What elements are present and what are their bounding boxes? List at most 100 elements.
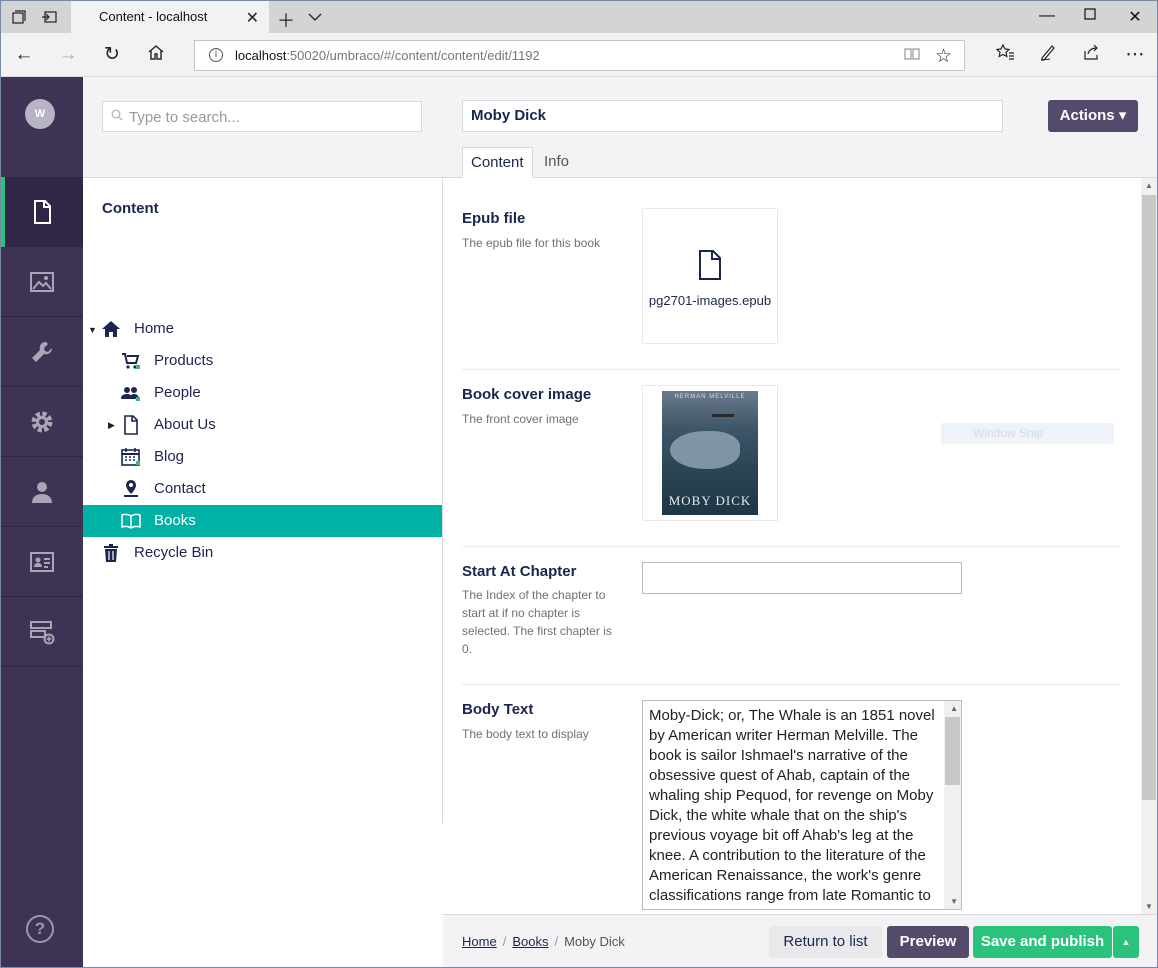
start-chapter-input[interactable] xyxy=(642,562,962,594)
section-users[interactable] xyxy=(1,457,83,527)
breadcrumb: Home / Books / Moby Dick xyxy=(462,934,625,949)
home-icon[interactable] xyxy=(144,43,168,67)
refresh-icon[interactable]: ↻ xyxy=(100,43,124,67)
tree-node-about-us[interactable]: ▶ About Us xyxy=(83,409,442,441)
search-input[interactable] xyxy=(129,106,414,128)
whale-shape xyxy=(670,431,740,469)
editor-footer: Home / Books / Moby Dick Return to list Prev… xyxy=(443,914,1157,967)
maximize-icon[interactable] xyxy=(1080,7,1100,27)
scroll-up-icon[interactable]: ▲ xyxy=(950,704,958,713)
user-avatar[interactable]: W xyxy=(25,99,55,129)
tree-title: Content xyxy=(102,200,159,217)
gear-icon xyxy=(31,411,53,432)
set-aside-tabs-icon[interactable] xyxy=(41,9,57,25)
epub-file-preview[interactable]: pg2701-images.epub xyxy=(642,208,778,344)
tree-node-recycle-bin[interactable]: Recycle Bin xyxy=(83,537,442,569)
tree-node-contact[interactable]: Contact xyxy=(83,473,442,505)
tree-node-books[interactable]: Books xyxy=(83,505,442,537)
book-icon xyxy=(121,513,141,529)
chevron-down-icon[interactable] xyxy=(308,10,322,25)
editor-scroll-thumb[interactable] xyxy=(1142,195,1156,800)
address-toolbar: ← → ↻ i localhost:50020/umbraco/#/conten… xyxy=(1,33,1157,77)
scroll-down-icon[interactable]: ▼ xyxy=(950,897,958,906)
favorite-star-icon[interactable]: ☆ xyxy=(935,45,952,68)
browser-window: Content - localhost ✕ ＋ — ✕ ← → ↻ i loca… xyxy=(0,0,1158,968)
publish-options-caret-icon[interactable]: ▲ xyxy=(1113,926,1139,958)
title-bar: Content - localhost ✕ ＋ — ✕ xyxy=(1,1,1157,33)
tab-content[interactable]: Content xyxy=(462,147,533,178)
reading-view-icon[interactable] xyxy=(904,47,920,65)
breadcrumb-current: Moby Dick xyxy=(564,934,625,949)
home-icon xyxy=(102,321,120,337)
cover-image-preview[interactable]: HERMAN MELVILLE MOBY DICK xyxy=(642,385,778,521)
tree-node-blog[interactable]: Blog xyxy=(83,441,442,473)
content-tree: Content ▼ Home Products People ▶ About U… xyxy=(83,178,443,823)
tree-node-people[interactable]: People xyxy=(83,377,442,409)
more-icon[interactable]: ⋯ xyxy=(1123,43,1147,67)
favorites-list-icon[interactable] xyxy=(993,43,1017,67)
ship-shape xyxy=(712,407,734,417)
address-bar[interactable]: i localhost:50020/umbraco/#/content/cont… xyxy=(194,40,965,71)
breadcrumb-books[interactable]: Books xyxy=(512,934,548,949)
node-name-input[interactable]: Moby Dick xyxy=(462,100,1003,132)
property-body-text: Body Text The body text to display Moby-… xyxy=(462,685,1120,914)
caret-right-icon[interactable]: ▶ xyxy=(108,420,115,431)
scroll-up-icon[interactable]: ▲ xyxy=(1145,181,1154,190)
back-icon[interactable]: ← xyxy=(12,43,36,67)
section-members[interactable] xyxy=(1,527,83,597)
section-content[interactable] xyxy=(1,177,83,247)
property-start-at-chapter: Start At Chapter The Index of the chapte… xyxy=(462,547,1120,685)
shopping-cart-icon xyxy=(122,353,140,369)
form-add-icon xyxy=(30,620,55,644)
pen-icon[interactable] xyxy=(1036,43,1060,67)
tree-node-products[interactable]: Products xyxy=(83,345,442,377)
editor-header: Moby Dick Actions ▾ Content Info xyxy=(443,77,1157,178)
property-book-cover: Book cover image The front cover image H… xyxy=(462,370,1120,547)
actions-button[interactable]: Actions ▾ xyxy=(1048,100,1138,132)
close-tab-icon[interactable]: ✕ xyxy=(246,8,259,28)
trash-icon xyxy=(104,544,118,562)
user-icon xyxy=(32,481,52,503)
search-box[interactable] xyxy=(102,101,422,132)
document-icon xyxy=(124,415,138,435)
editor-scrollbar[interactable]: ▲ ▼ xyxy=(1141,178,1157,914)
help-icon[interactable]: ? xyxy=(26,915,54,943)
wrench-icon xyxy=(32,341,53,362)
section-sidebar: W ? xyxy=(1,77,83,967)
section-media[interactable] xyxy=(1,247,83,317)
scroll-down-icon[interactable]: ▼ xyxy=(1145,902,1154,911)
share-icon[interactable] xyxy=(1079,43,1103,67)
section-developer[interactable] xyxy=(1,387,83,457)
property-epub-file: Epub file The epub file for this book pg… xyxy=(462,178,1120,370)
save-and-publish-button[interactable]: Save and publish xyxy=(973,926,1112,958)
breadcrumb-home[interactable]: Home xyxy=(462,934,497,949)
caret-down-icon[interactable]: ▼ xyxy=(88,325,97,335)
tab-list-icon[interactable] xyxy=(11,9,27,25)
id-card-icon xyxy=(30,551,54,572)
body-text-area[interactable]: Moby-Dick; or, The Whale is an 1851 nove… xyxy=(642,700,962,910)
browser-tab[interactable]: Content - localhost ✕ xyxy=(71,1,269,33)
file-icon xyxy=(699,250,721,280)
section-settings[interactable] xyxy=(1,317,83,387)
preview-button[interactable]: Preview xyxy=(887,926,969,958)
url-text: localhost:50020/umbraco/#/content/conten… xyxy=(235,48,540,63)
close-window-icon[interactable]: ✕ xyxy=(1125,7,1145,27)
image-icon xyxy=(30,271,54,292)
tree-node-home[interactable]: ▼ Home xyxy=(83,313,442,345)
section-forms[interactable] xyxy=(1,597,83,667)
textarea-scrollbar[interactable]: ▲ ▼ xyxy=(944,701,961,909)
return-to-list-button[interactable]: Return to list xyxy=(769,926,882,958)
minimize-icon[interactable]: — xyxy=(1037,7,1057,27)
map-pin-icon xyxy=(124,480,138,497)
calendar-icon xyxy=(121,448,140,466)
window-snip-overlay: Window Snip xyxy=(941,423,1114,444)
textarea-scroll-thumb[interactable] xyxy=(945,717,960,785)
search-icon xyxy=(111,109,123,124)
cover-image: HERMAN MELVILLE MOBY DICK xyxy=(662,391,758,515)
forward-icon[interactable]: → xyxy=(56,43,80,67)
tree-header xyxy=(83,77,443,178)
tab-info[interactable]: Info xyxy=(536,147,577,178)
users-icon xyxy=(121,387,140,401)
site-info-icon[interactable]: i xyxy=(209,48,223,62)
new-tab-icon[interactable]: ＋ xyxy=(277,7,295,33)
